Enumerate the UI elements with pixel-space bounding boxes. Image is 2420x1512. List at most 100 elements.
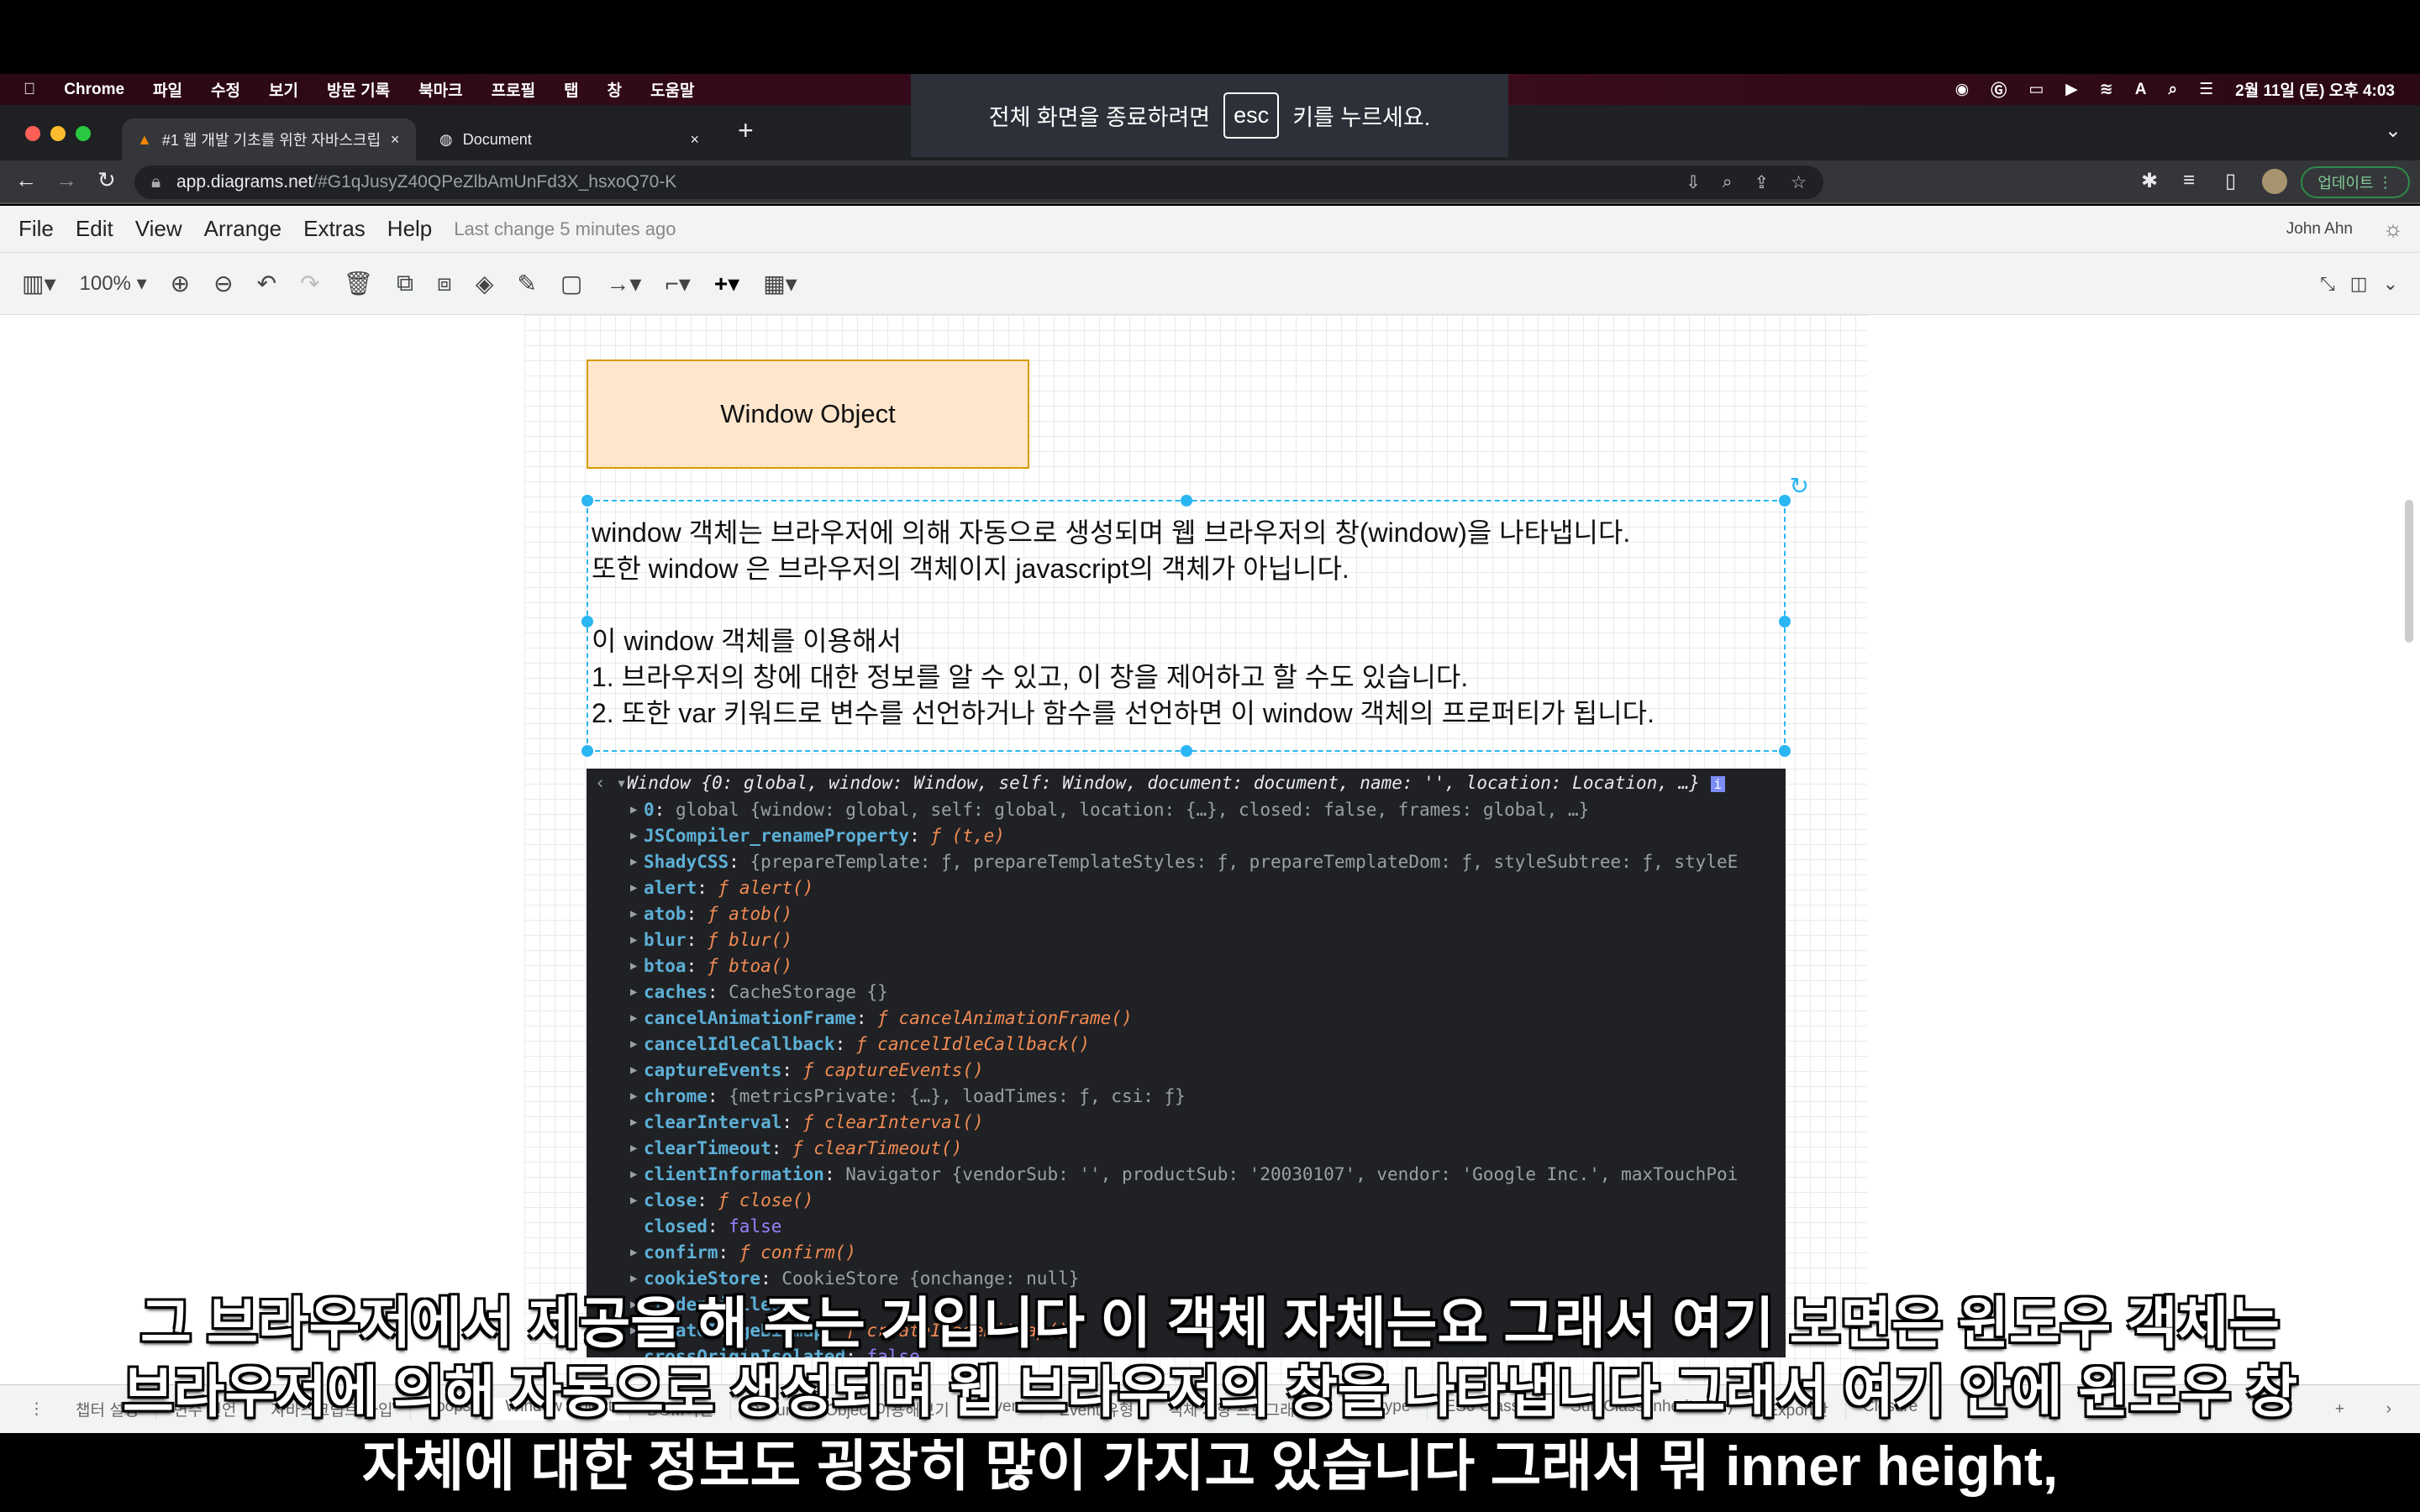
expand-triangle-icon[interactable]: ▶ <box>630 953 637 979</box>
console-property-row[interactable]: ▶ blur: ƒ blur() <box>595 927 1777 953</box>
fill-color-icon[interactable]: ◈ <box>476 270 494 297</box>
close-tab-icon[interactable]: × <box>690 131 699 149</box>
input-source-icon[interactable]: A <box>2135 81 2147 99</box>
menu-file[interactable]: File <box>18 216 54 242</box>
expand-triangle-icon[interactable]: ▶ <box>630 1136 637 1162</box>
line-color-icon[interactable]: ✎ <box>517 270 536 297</box>
new-tab-button[interactable]: + <box>738 115 754 146</box>
to-back-icon[interactable]: ⧈ <box>437 270 452 297</box>
expand-triangle-icon[interactable]: ▶ <box>630 1084 637 1110</box>
delete-icon[interactable]: 🗑︎ <box>344 270 374 297</box>
clock[interactable]: 2월 11일 (토) 오후 4:03 <box>2235 78 2395 101</box>
resize-handle[interactable] <box>1779 616 1791 627</box>
expand-triangle-icon[interactable]: ▶ <box>630 797 637 823</box>
zoom-icon[interactable]: ⌕ <box>1723 172 1733 193</box>
console-property-row[interactable]: ▶ alert: ƒ alert() <box>595 875 1777 901</box>
menubar-item[interactable]: 프로필 <box>492 78 535 101</box>
menubar-item[interactable]: 북마크 <box>418 78 462 101</box>
console-property-row[interactable]: ▶ ShadyCSS: {prepareTemplate: ƒ, prepareT… <box>595 849 1777 875</box>
avatar[interactable] <box>2262 169 2287 194</box>
zoom-window-button[interactable] <box>76 126 91 141</box>
back-button[interactable]: ← <box>15 167 37 193</box>
expand-triangle-icon[interactable]: ▶ <box>630 1110 637 1136</box>
redo-icon[interactable]: ↷ <box>300 270 319 297</box>
menubar-item[interactable]: 파일 <box>153 78 182 101</box>
window-object-shape[interactable]: Window Object <box>587 360 1029 469</box>
table-icon[interactable]: ▦▾ <box>763 270 797 297</box>
side-panel-icon[interactable]: ▯ <box>2225 169 2236 193</box>
console-property-row[interactable]: ▶ chrome: {metricsPrivate: {…}, loadTimes… <box>595 1084 1777 1110</box>
browser-tab-active[interactable]: ▲ #1 웹 개발 기초를 위한 자바스크립트 × <box>122 118 416 160</box>
reload-button[interactable]: ↻ <box>97 167 116 193</box>
expand-triangle-icon[interactable]: ▶ <box>630 875 637 901</box>
forward-button[interactable]: → <box>55 167 77 193</box>
menubar-item[interactable]: 수정 <box>211 78 240 101</box>
menu-extras[interactable]: Extras <box>303 216 366 242</box>
resize-handle[interactable] <box>581 495 593 507</box>
install-icon[interactable]: ⇩ <box>1686 172 1701 193</box>
menubar-app[interactable]: Chrome <box>64 81 124 99</box>
zoom-out-icon[interactable]: ⊖ <box>213 270 233 297</box>
menu-arrange[interactable]: Arrange <box>204 216 282 242</box>
console-property-row[interactable]: ▶ cancelIdleCallback: ƒ cancelIdleCallbac… <box>595 1032 1777 1058</box>
zoom-in-icon[interactable]: ⊕ <box>171 270 190 297</box>
console-property-row[interactable]: ▶ clearInterval: ƒ clearInterval() <box>595 1110 1777 1136</box>
menubar-item[interactable]: 도움말 <box>650 78 694 101</box>
console-property-row[interactable]: ▶ captureEvents: ƒ captureEvents() <box>595 1058 1777 1084</box>
description-text-shape[interactable]: window 객체는 브라우저에 의해 자동으로 생성되며 웹 브라우저의 창(… <box>581 473 1809 757</box>
console-header[interactable]: ‹ ▾Window {0: global, window: Window, se… <box>595 770 1777 797</box>
theme-sun-icon[interactable]: ☼ <box>2383 216 2403 242</box>
menubar-item[interactable]: 방문 기록 <box>327 78 390 101</box>
insert-icon[interactable]: +▾ <box>714 270 739 297</box>
expand-triangle-icon[interactable]: ▶ <box>630 1162 637 1188</box>
menu-view[interactable]: View <box>135 216 182 242</box>
menubar-item[interactable]: 보기 <box>269 78 298 101</box>
console-property-row[interactable]: ▶ clearTimeout: ƒ clearTimeout() <box>595 1136 1777 1162</box>
expand-triangle-icon[interactable]: ▶ <box>630 1032 637 1058</box>
connection-icon[interactable]: →▾ <box>606 270 641 297</box>
expand-triangle-icon[interactable]: ▶ <box>630 927 637 953</box>
waypoints-icon[interactable]: ⌐▾ <box>665 270 690 297</box>
play-icon[interactable]: ▶ <box>2065 80 2078 99</box>
expand-triangle-icon[interactable]: ▶ <box>630 823 637 849</box>
tab-search-chevron-icon[interactable]: ⌄ <box>2385 118 2402 143</box>
console-property-row[interactable]: ▶ close: ƒ close() <box>595 1188 1777 1214</box>
menubar-item[interactable]: 탭 <box>564 78 578 101</box>
resize-handle[interactable] <box>581 745 593 757</box>
console-property-row[interactable]: ▶ caches: CacheStorage {} <box>595 979 1777 1005</box>
record-icon[interactable]: ◉ <box>1955 80 1970 99</box>
console-property-row[interactable]: ▶ btoa: ƒ btoa() <box>595 953 1777 979</box>
apple-icon[interactable]:  <box>24 81 35 99</box>
url-bar[interactable]: 🔒︎ app.diagrams.net/#G1qJusyZ40QPeZlbAmU… <box>134 165 1823 199</box>
resize-handle[interactable] <box>1779 745 1791 757</box>
expand-triangle-icon[interactable]: ▶ <box>630 1058 637 1084</box>
expand-triangle-icon[interactable]: ▶ <box>630 979 637 1005</box>
menu-help[interactable]: Help <box>387 216 432 242</box>
expand-triangle-icon[interactable]: ▶ <box>630 901 637 927</box>
console-property-row[interactable]: closed: false <box>595 1214 1777 1240</box>
console-property-row[interactable]: ▶ atob: ƒ atob() <box>595 901 1777 927</box>
grammarly-icon[interactable]: Ⓖ <box>1991 78 2007 101</box>
spotlight-icon[interactable]: ⌕ <box>2168 81 2177 99</box>
expand-triangle-icon[interactable]: ▶ <box>630 1240 637 1266</box>
console-property-row[interactable]: ▶ 0: global {window: global, self: global… <box>595 797 1777 823</box>
close-window-button[interactable] <box>25 126 40 141</box>
extensions-icon[interactable]: ✱ <box>2141 169 2158 193</box>
zoom-select[interactable]: 100% ▾ <box>80 271 147 296</box>
format-panel-icon[interactable]: ▥▾ <box>22 270 56 297</box>
format-toggle-icon[interactable]: ◫ <box>2350 273 2368 295</box>
console-property-row[interactable]: ▶ confirm: ƒ confirm() <box>595 1240 1777 1266</box>
update-button[interactable]: 업데이트 ⋮ <box>2301 166 2410 198</box>
to-front-icon[interactable]: ⧉ <box>397 270 413 297</box>
collapse-icon[interactable]: ⌄ <box>2383 273 2398 295</box>
expand-triangle-icon[interactable]: ▶ <box>630 1188 637 1214</box>
wifi-icon[interactable]: ≋ <box>2100 80 2113 99</box>
share-icon[interactable]: ⇪ <box>1754 172 1770 193</box>
console-property-row[interactable]: ▶ clientInformation: Navigator {vendorSub… <box>595 1162 1777 1188</box>
browser-tab[interactable]: ◍ Document × <box>424 118 714 160</box>
minimize-window-button[interactable] <box>50 126 66 141</box>
user-menu[interactable]: John Ahn <box>2286 220 2353 239</box>
resize-handle[interactable] <box>581 616 593 627</box>
control-center-icon[interactable]: ☰ <box>2199 80 2213 99</box>
close-tab-icon[interactable]: × <box>391 131 400 149</box>
